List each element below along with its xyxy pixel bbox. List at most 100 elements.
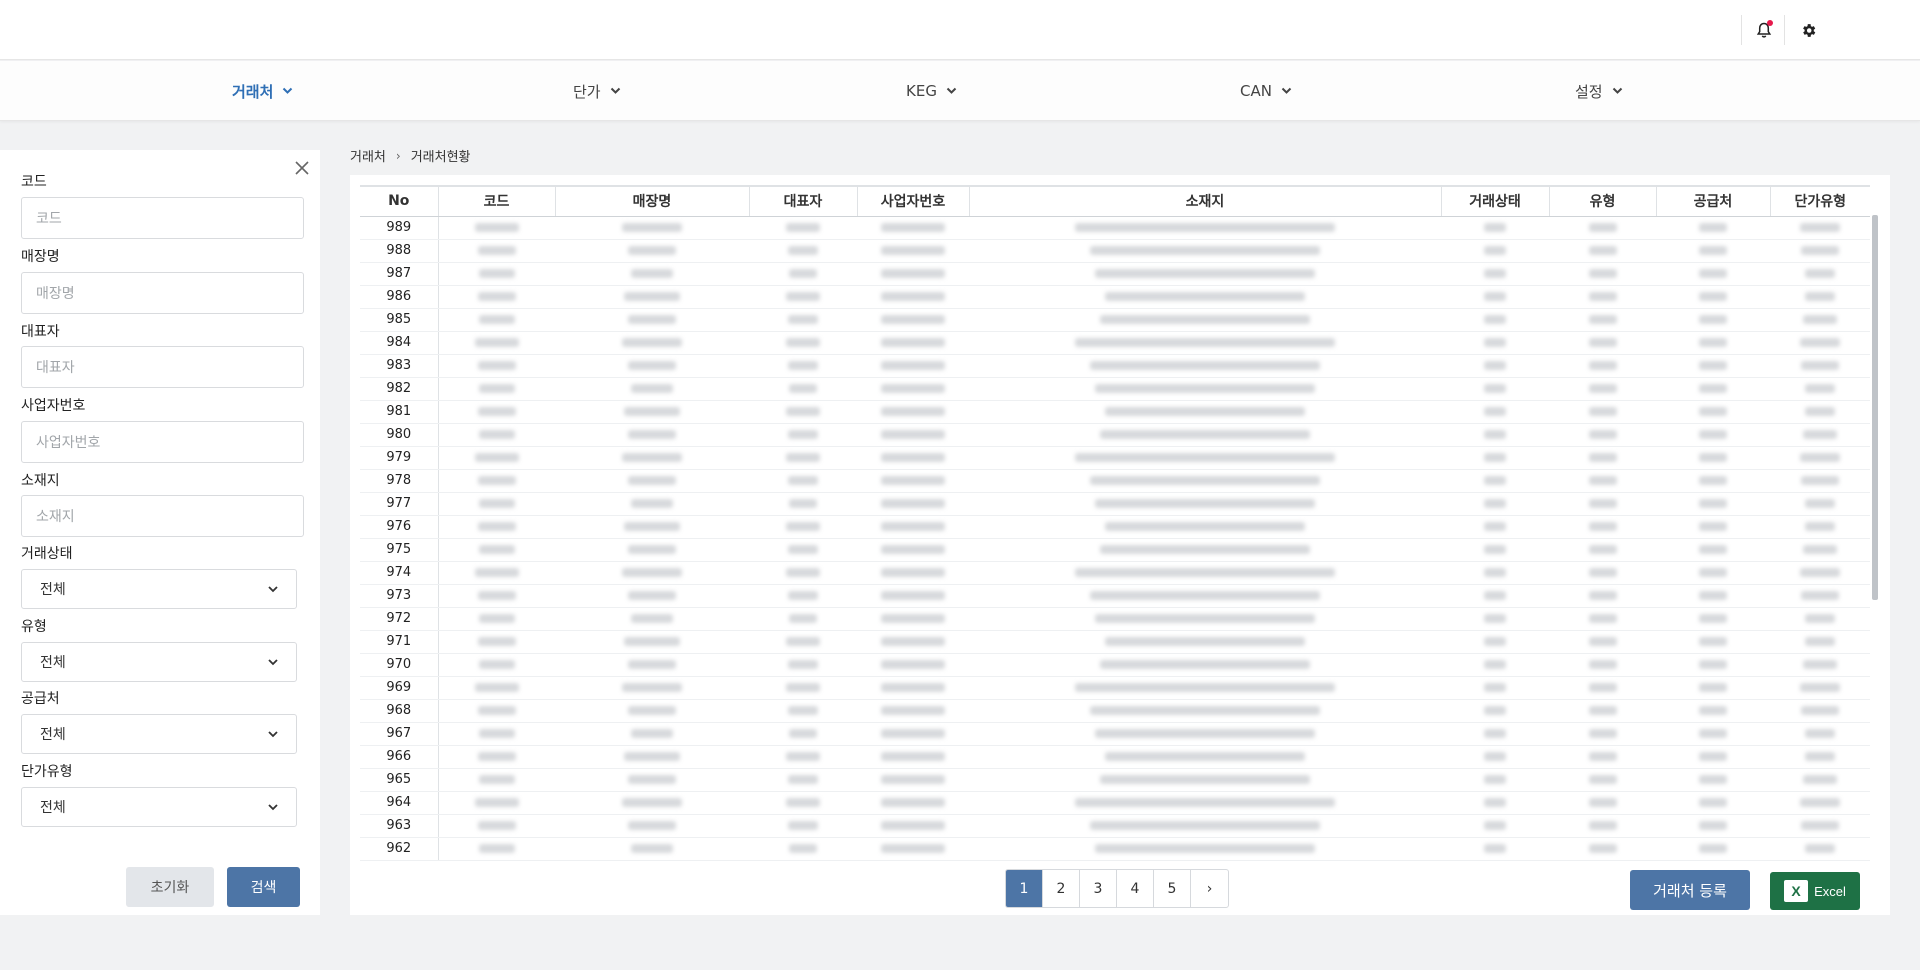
table-cell (1441, 607, 1549, 631)
page-button[interactable]: 2 (1043, 870, 1080, 907)
redacted-text (1805, 614, 1835, 623)
table-cell (1441, 630, 1549, 654)
type-select[interactable]: 전체 (21, 642, 297, 682)
scrollbar-thumb[interactable] (1872, 215, 1878, 600)
table-cell (1770, 469, 1870, 493)
bizno-input[interactable] (21, 421, 304, 463)
row-number: 968 (360, 699, 439, 723)
table-row[interactable]: 976 (360, 515, 1870, 539)
close-icon[interactable] (292, 158, 312, 178)
search-button[interactable]: 검색 (227, 867, 300, 907)
table-cell (749, 285, 857, 309)
register-account-button[interactable]: 거래처 등록 (1630, 870, 1750, 910)
bizno-label: 사업자번호 (21, 398, 86, 414)
ceo-input[interactable] (21, 346, 304, 388)
column-header[interactable]: 단가유형 (1770, 185, 1870, 217)
table-row[interactable]: 988 (360, 239, 1870, 263)
table-row[interactable]: 971 (360, 630, 1870, 654)
table-row[interactable]: 989 (360, 216, 1870, 240)
address-input[interactable] (21, 495, 304, 537)
redacted-text (881, 821, 945, 830)
table-row[interactable]: 985 (360, 308, 1870, 332)
excel-export-button[interactable]: X Excel (1770, 872, 1860, 910)
table-row[interactable]: 964 (360, 791, 1870, 815)
table-row[interactable]: 978 (360, 469, 1870, 493)
column-header[interactable]: 코드 (438, 185, 556, 217)
redacted-text (477, 476, 516, 485)
store-input[interactable] (21, 272, 304, 314)
redacted-text (1484, 568, 1506, 577)
table-row[interactable]: 965 (360, 768, 1870, 792)
table-row[interactable]: 974 (360, 561, 1870, 585)
table-row[interactable]: 980 (360, 423, 1870, 447)
table-row[interactable]: 979 (360, 446, 1870, 470)
column-header[interactable]: 매장명 (555, 185, 750, 217)
table-row[interactable]: 977 (360, 492, 1870, 516)
table-cell (1770, 814, 1870, 838)
table-cell (1549, 446, 1656, 470)
vertical-scrollbar[interactable] (1870, 185, 1878, 862)
column-header[interactable]: 공급처 (1656, 185, 1771, 217)
column-header[interactable]: 소재지 (969, 185, 1442, 217)
table-cell (749, 676, 857, 700)
page-button[interactable]: 4 (1117, 870, 1154, 907)
table-row[interactable]: 983 (360, 354, 1870, 378)
table-row[interactable]: 973 (360, 584, 1870, 608)
chevron-down-icon (268, 730, 278, 737)
table-row[interactable]: 972 (360, 607, 1870, 631)
table-row[interactable]: 967 (360, 722, 1870, 746)
table-row[interactable]: 970 (360, 653, 1870, 677)
redacted-text (1699, 683, 1727, 692)
redacted-text (478, 545, 515, 554)
column-header[interactable]: 사업자번호 (857, 185, 970, 217)
table-row[interactable]: 963 (360, 814, 1870, 838)
table-row[interactable]: 987 (360, 262, 1870, 286)
page-button[interactable]: 5 (1154, 870, 1191, 907)
table-row[interactable]: 981 (360, 400, 1870, 424)
table-cell (749, 262, 857, 286)
column-header[interactable]: 대표자 (749, 185, 858, 217)
redacted-text (622, 223, 682, 232)
nav-item-keg[interactable]: KEG (906, 61, 957, 121)
code-input[interactable] (21, 197, 304, 239)
redacted-text (789, 384, 817, 393)
accounts-table-container[interactable]: No 코드 매장명 대표자 사업자번호 소재지 거래상태 유형 공급처 단가유형 989 988 98… (360, 185, 1878, 862)
table-row[interactable]: 986 (360, 285, 1870, 309)
table-row[interactable]: 975 (360, 538, 1870, 562)
nav-item-can[interactable]: CAN (1240, 61, 1292, 121)
supplier-select[interactable]: 전체 (21, 714, 297, 754)
table-row[interactable]: 966 (360, 745, 1870, 769)
row-number: 979 (360, 446, 439, 470)
table-row[interactable]: 984 (360, 331, 1870, 355)
column-header[interactable]: 유형 (1549, 185, 1657, 217)
redacted-text (1588, 361, 1617, 370)
bell-icon[interactable] (1752, 18, 1776, 42)
price-type-select[interactable]: 전체 (21, 787, 297, 827)
table-row[interactable]: 969 (360, 676, 1870, 700)
status-select[interactable]: 전체 (21, 569, 297, 609)
redacted-text (1105, 522, 1305, 531)
table-cell (1770, 239, 1870, 263)
table-cell (438, 262, 555, 286)
nav-item-price[interactable]: 단가 (573, 61, 621, 121)
nav-item-accounts[interactable]: 거래처 (232, 61, 293, 121)
next-page-button[interactable]: › (1191, 870, 1228, 907)
status-label: 거래상태 (21, 546, 73, 562)
gear-icon[interactable] (1796, 18, 1820, 42)
table-row[interactable]: 962 (360, 837, 1870, 861)
page-button[interactable]: 1 (1006, 870, 1043, 907)
nav-item-settings[interactable]: 설정 (1575, 61, 1623, 121)
column-header[interactable]: No (360, 185, 439, 217)
table-cell (1549, 331, 1656, 355)
redacted-text (881, 223, 945, 232)
table-row[interactable]: 968 (360, 699, 1870, 723)
page-button[interactable]: 3 (1080, 870, 1117, 907)
breadcrumb-root[interactable]: 거래처 (350, 146, 386, 165)
table-row[interactable]: 982 (360, 377, 1870, 401)
table-cell (1441, 768, 1549, 792)
column-header[interactable]: 거래상태 (1441, 185, 1550, 217)
reset-button[interactable]: 초기화 (126, 867, 214, 907)
redacted-text (1588, 798, 1617, 807)
redacted-text (628, 545, 676, 554)
redacted-text (474, 338, 519, 347)
